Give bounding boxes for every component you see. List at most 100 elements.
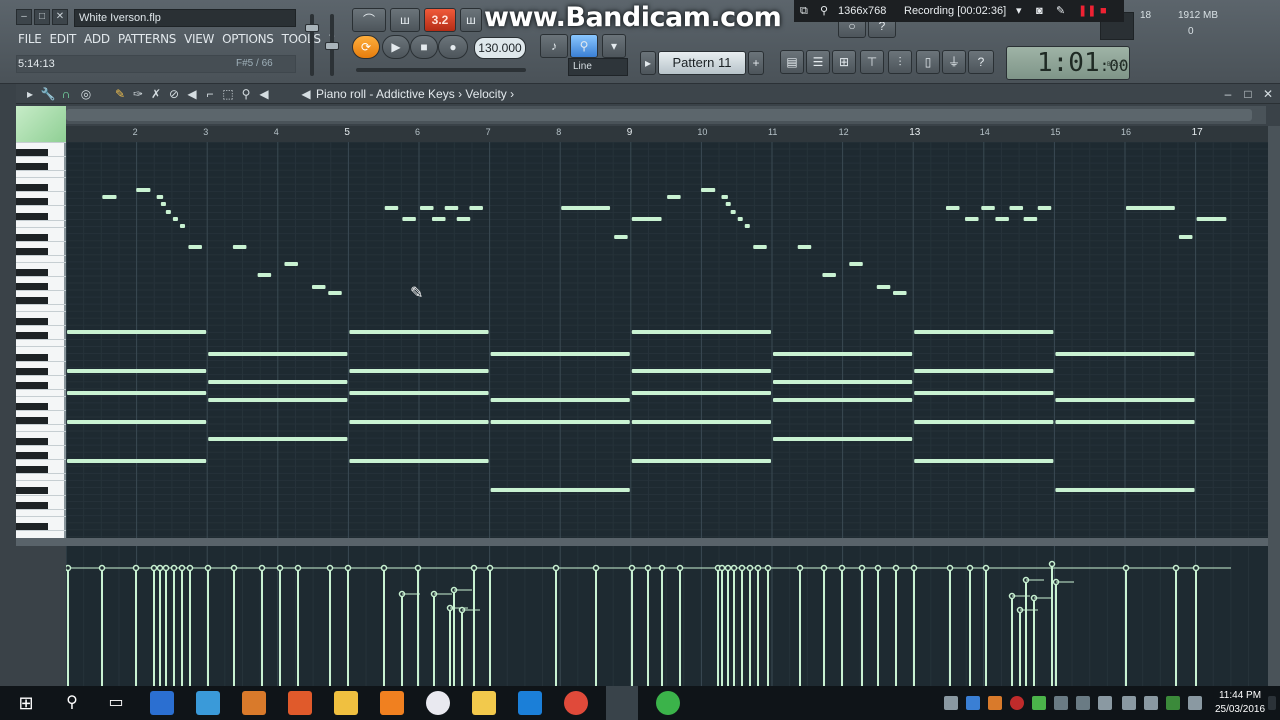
velocity-handle[interactable] — [724, 564, 732, 572]
stop-record-icon[interactable]: ■ — [1100, 0, 1107, 22]
master-pitch-knob[interactable] — [325, 42, 339, 50]
white-key[interactable] — [16, 529, 66, 531]
pause-icon[interactable]: ❚❚ — [1078, 0, 1096, 22]
master-volume-knob[interactable] — [305, 24, 319, 32]
note[interactable] — [631, 420, 771, 424]
vertical-scrollbar[interactable] — [1268, 126, 1280, 686]
wifi-icon[interactable] — [1122, 696, 1136, 710]
note[interactable] — [721, 195, 728, 199]
note[interactable] — [349, 330, 489, 334]
note[interactable] — [402, 217, 416, 221]
menu-edit[interactable]: EDIT — [48, 30, 83, 48]
velocity-handle[interactable] — [796, 564, 804, 572]
delete-icon[interactable]: ✗ — [148, 86, 164, 102]
black-key[interactable] — [16, 402, 48, 410]
note[interactable] — [67, 369, 207, 373]
task-view-icon[interactable]: ▭ — [104, 691, 128, 715]
show-desktop-button[interactable] — [1268, 696, 1276, 710]
note[interactable] — [1126, 206, 1175, 210]
note[interactable] — [1055, 398, 1195, 402]
velocity-handle[interactable] — [966, 564, 974, 572]
stop-button[interactable]: ■ — [410, 35, 438, 59]
speaker-icon[interactable]: ◀ — [298, 86, 314, 102]
velocity-handle[interactable] — [156, 564, 164, 572]
note[interactable] — [667, 195, 681, 199]
tray-icon[interactable] — [1076, 696, 1090, 710]
menu-patterns[interactable]: PATTERNS — [116, 30, 182, 48]
note[interactable] — [208, 398, 348, 402]
white-key[interactable] — [16, 388, 66, 390]
note[interactable] — [1055, 352, 1195, 356]
velocity-handle[interactable] — [162, 564, 170, 572]
menu-add[interactable]: ADD — [82, 30, 116, 48]
timeline-ruler[interactable]: 2 3 4 5 6 7 8 9 10 11 12 13 14 15 16 17 — [66, 126, 1268, 142]
tray-icon[interactable] — [1010, 696, 1024, 710]
note[interactable] — [1023, 217, 1038, 221]
white-key[interactable] — [16, 508, 66, 510]
note[interactable] — [914, 420, 1054, 424]
velocity-handle[interactable] — [858, 564, 866, 572]
note[interactable] — [232, 245, 247, 249]
velocity-handle[interactable] — [380, 564, 388, 572]
note[interactable] — [67, 459, 207, 463]
link-icon[interactable]: ⚲ — [570, 34, 598, 58]
note[interactable] — [995, 217, 1009, 221]
note[interactable] — [328, 291, 342, 295]
note[interactable] — [349, 459, 489, 463]
note[interactable] — [490, 488, 630, 492]
velocity-handle[interactable] — [276, 564, 284, 572]
velocity-handle[interactable] — [552, 564, 560, 572]
note[interactable] — [349, 391, 489, 395]
note[interactable] — [965, 217, 979, 221]
tray-icon[interactable] — [988, 696, 1002, 710]
white-key[interactable] — [16, 424, 66, 425]
black-key[interactable] — [16, 452, 48, 460]
white-key[interactable] — [16, 304, 66, 306]
metronome-icon[interactable]: ⌒ — [352, 8, 386, 32]
note[interactable] — [631, 217, 662, 221]
note-grid-svg[interactable]: ✎ — [66, 142, 1268, 538]
taskbar-clock[interactable]: 11:44 PM 25/03/2016 — [1214, 689, 1266, 717]
note[interactable] — [67, 391, 207, 395]
velocity-handle[interactable] — [66, 564, 72, 572]
tool-mode-select[interactable]: Line — [568, 58, 628, 76]
black-key[interactable] — [16, 212, 48, 220]
white-key[interactable] — [16, 205, 66, 207]
velocity-handle[interactable] — [658, 564, 666, 572]
note[interactable] — [165, 210, 171, 214]
maximize-button[interactable]: □ — [34, 9, 50, 25]
velocity-handle[interactable] — [746, 564, 754, 572]
note[interactable] — [490, 420, 630, 424]
black-key[interactable] — [16, 522, 48, 530]
white-key[interactable] — [16, 191, 66, 193]
note[interactable] — [725, 202, 731, 206]
tray-icon[interactable] — [1032, 696, 1046, 710]
note[interactable] — [914, 459, 1054, 463]
velocity-handle[interactable] — [892, 564, 900, 572]
maximize-icon[interactable]: □ — [1240, 86, 1256, 102]
countdown-icon[interactable]: ш — [460, 8, 482, 32]
note[interactable] — [773, 398, 913, 402]
note[interactable] — [700, 188, 716, 192]
play-button[interactable]: ▶ — [382, 35, 410, 59]
search-icon[interactable]: ⚲ — [60, 691, 84, 715]
velocity-handle[interactable] — [764, 564, 772, 572]
velocity-handle[interactable] — [838, 564, 846, 572]
black-key[interactable] — [16, 416, 48, 424]
snap-icon[interactable]: ♪ — [540, 34, 568, 58]
scroll-thumb[interactable] — [66, 109, 1252, 121]
position-slider[interactable] — [356, 68, 526, 72]
folder-icon[interactable] — [334, 691, 358, 715]
velocity-handle[interactable] — [326, 564, 334, 572]
note[interactable] — [1196, 217, 1227, 221]
velocity-handle[interactable] — [204, 564, 212, 572]
black-key[interactable] — [16, 501, 48, 509]
tray-icon[interactable] — [1054, 696, 1068, 710]
velocity-handle[interactable] — [132, 564, 140, 572]
browser-icon[interactable]: ⊤ — [860, 50, 884, 74]
black-key[interactable] — [16, 233, 48, 241]
note[interactable] — [136, 188, 151, 192]
app-icon[interactable] — [196, 691, 220, 715]
channel-rack-icon[interactable]: ☰ — [806, 50, 830, 74]
velocity-handle[interactable] — [676, 564, 684, 572]
